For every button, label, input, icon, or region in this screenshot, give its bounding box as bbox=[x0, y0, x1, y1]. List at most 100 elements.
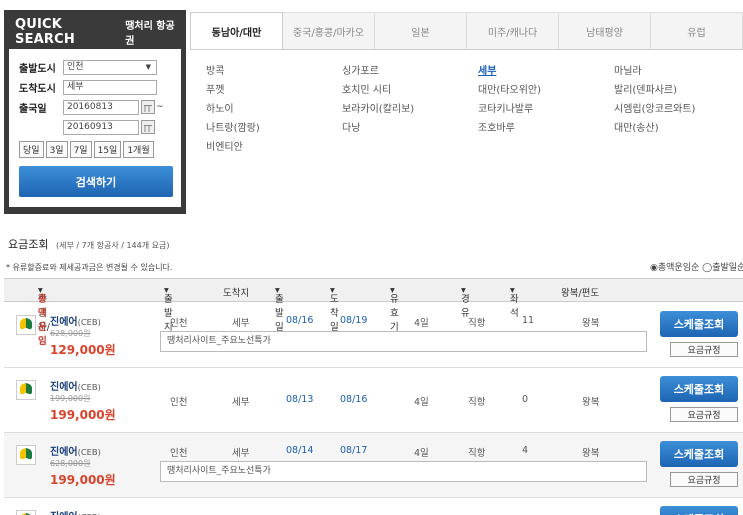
airline-logo bbox=[16, 315, 36, 335]
destination-link[interactable]: 호치민 시티 bbox=[342, 81, 478, 96]
date-to-input[interactable]: 20160913 bbox=[63, 119, 139, 135]
seat-count: 4 bbox=[522, 445, 529, 456]
destination-link[interactable]: 비엔티안 bbox=[206, 138, 342, 153]
sort-radio-total-fare[interactable]: ◉ bbox=[650, 263, 658, 273]
destination-link[interactable]: 싱가포르 bbox=[342, 62, 478, 77]
period-button-3days[interactable]: 3일 bbox=[45, 141, 68, 158]
header-departure[interactable]: 출발지 ▾ bbox=[164, 285, 173, 333]
airline-logo bbox=[16, 510, 36, 515]
destination-link[interactable]: 조호바루 bbox=[478, 119, 614, 134]
header-validity[interactable]: 유효기간 ▾ bbox=[390, 285, 399, 347]
arrive-date: 08/19 bbox=[340, 315, 368, 326]
destination-link[interactable]: 푸껫 bbox=[206, 81, 342, 96]
destination-list: 방콕 싱가포르 세부 마닐라푸껫 호치민 시티 대만(타오위안) 발리(덴파사르) 하노이 보라… bbox=[206, 62, 726, 153]
schedule-button[interactable]: 스케줄조회 bbox=[660, 376, 738, 402]
date-from-input[interactable]: 20160813 bbox=[63, 99, 139, 115]
departure-city: 인천 bbox=[170, 448, 188, 459]
destination-link[interactable]: 발리(덴파사르) bbox=[614, 81, 726, 96]
tab-europe[interactable]: 유럽 bbox=[651, 12, 743, 49]
results-title: 요금조회 (세부 / 7개 항공사 / 144개 요금) bbox=[8, 236, 169, 252]
quick-search-header: QUICK SEARCH 땡처리 항공권 bbox=[9, 15, 181, 49]
validity-period: 4일 bbox=[414, 318, 429, 329]
seat-count: 0 bbox=[522, 394, 529, 405]
destination-link[interactable]: 세부 bbox=[478, 62, 614, 77]
departure-select[interactable]: 인천 ▼ bbox=[63, 59, 157, 75]
schedule-button[interactable]: 스케줄조회 bbox=[660, 506, 738, 515]
period-buttons: 당일 3일 7일 15일 1개월 bbox=[19, 141, 171, 158]
arrival-input[interactable]: 세부 bbox=[63, 79, 157, 95]
original-price: 199,000원 bbox=[50, 394, 91, 403]
fare-memo: 땡처리사이트_주요노선특가 bbox=[160, 331, 647, 352]
departure-label: 출발도시 bbox=[19, 63, 56, 75]
depart-date: 08/14 bbox=[286, 445, 314, 456]
results-summary: (세부 / 7개 항공사 / 144개 요금) bbox=[55, 241, 170, 250]
airline-name[interactable]: 진에어(CEB) bbox=[50, 313, 101, 328]
arrival-city: 세부 bbox=[232, 397, 250, 408]
destination-link[interactable]: 마닐라 bbox=[614, 62, 726, 77]
calendar-icon[interactable] bbox=[141, 120, 155, 134]
depart-date: 08/16 bbox=[286, 315, 314, 326]
period-button-1month[interactable]: 1개월 bbox=[123, 141, 154, 158]
tab-southeast-asia[interactable]: 동남아/대만 bbox=[190, 12, 283, 49]
route-type: 직항 bbox=[468, 397, 486, 408]
tab-china[interactable]: 중국/홍콩/마카오 bbox=[283, 12, 375, 49]
sale-price: 199,000원 bbox=[50, 473, 116, 487]
quick-search-subtitle: 땡처리 항공권 bbox=[125, 21, 175, 47]
header-airline[interactable]: 항공사/총액운임 ▾ bbox=[38, 285, 50, 347]
period-button-7days[interactable]: 7일 bbox=[69, 141, 92, 158]
destination-link[interactable]: 코타키나발루 bbox=[478, 100, 614, 115]
schedule-button[interactable]: 스케줄조회 bbox=[660, 441, 738, 467]
header-trip: 왕복/편도 bbox=[561, 288, 600, 299]
trip-type: 왕복 bbox=[582, 318, 600, 329]
table-row: 진에어(CEB) 628,000원 199,000원 인천 세부 08/14 08/17 4일… bbox=[4, 433, 743, 498]
quick-search-form: 출발도시 인천 ▼ 도착도시 세부 출국일 20160813 ~ 2016091… bbox=[9, 49, 181, 207]
fare-rules-button[interactable]: 요금규정 bbox=[670, 407, 738, 422]
airline-name[interactable]: 진에어(CEB) bbox=[50, 508, 101, 515]
chevron-down-icon: ▼ bbox=[145, 62, 151, 71]
table-row: 진에어(CEB)인천세부08/1508/184일직항7왕복스케줄조회 bbox=[4, 498, 743, 515]
destination-link[interactable]: 다낭 bbox=[342, 119, 478, 134]
date-label: 출국일 bbox=[19, 103, 47, 115]
route-type: 직항 bbox=[468, 318, 486, 329]
destination-link[interactable]: 나트랑(깜랑) bbox=[206, 119, 342, 134]
period-button-15days[interactable]: 15일 bbox=[93, 141, 122, 158]
header-arrive-date[interactable]: 도착일 ▾ bbox=[330, 285, 339, 333]
departure-value: 인천 bbox=[67, 61, 84, 72]
destination-link[interactable]: 하노이 bbox=[206, 100, 342, 115]
results-table-header: 항공사/총액운임 ▾ 출발지 ▾ 도착지 출발일 ▾ 도착일 ▾ 유효기간 ▾ … bbox=[4, 278, 743, 347]
original-price: 628,000원 bbox=[50, 329, 91, 338]
search-button[interactable]: 검색하기 bbox=[19, 166, 173, 197]
sale-price: 129,000원 bbox=[50, 343, 116, 357]
results-title-text: 요금조회 bbox=[8, 238, 49, 251]
destination-link[interactable]: 시엠립(앙코르와트) bbox=[614, 100, 726, 115]
airline-name[interactable]: 진에어(CEB) bbox=[50, 378, 101, 393]
destination-link[interactable]: 대만(송산) bbox=[614, 119, 726, 134]
destination-link[interactable]: 방콕 bbox=[206, 62, 342, 77]
tab-south-pacific[interactable]: 남태평양 bbox=[559, 12, 651, 49]
calendar-icon[interactable] bbox=[141, 100, 155, 114]
depart-date: 08/13 bbox=[286, 394, 314, 405]
schedule-button[interactable]: 스케줄조회 bbox=[660, 311, 738, 337]
header-depart-date[interactable]: 출발일 ▾ bbox=[275, 285, 284, 333]
trip-type: 왕복 bbox=[582, 448, 600, 459]
fare-memo: 땡처리사이트_주요노선특가 bbox=[160, 461, 647, 482]
tab-america[interactable]: 미주/캐나다 bbox=[467, 12, 559, 49]
quick-search-panel: QUICK SEARCH 땡처리 항공권 출발도시 인천 ▼ 도착도시 세부 출… bbox=[4, 10, 186, 214]
header-arrival[interactable]: 도착지 bbox=[223, 285, 249, 299]
fare-rules-button[interactable]: 요금규정 bbox=[670, 342, 738, 357]
date-range-tilde: ~ bbox=[156, 102, 164, 112]
header-route[interactable]: 경유 ▾ bbox=[461, 285, 470, 319]
fare-notice: * 유류할증료와 제세공과금은 변경될 수 있습니다. bbox=[6, 263, 173, 272]
arrival-row: 도착도시 세부 bbox=[19, 77, 171, 97]
sort-label-departure[interactable]: 출발일순 bbox=[712, 263, 743, 273]
sort-label-total-fare[interactable]: 총액운임순 bbox=[658, 263, 699, 273]
destination-link[interactable]: 대만(타오위안) bbox=[478, 81, 614, 96]
fare-rules-button[interactable]: 요금규정 bbox=[670, 472, 738, 487]
arrival-city: 세부 bbox=[232, 448, 250, 459]
header-seats[interactable]: 좌석 ▾ bbox=[510, 285, 519, 319]
sort-radio-departure[interactable]: ◯ bbox=[702, 263, 712, 273]
period-button-today[interactable]: 당일 bbox=[19, 141, 44, 158]
tab-japan[interactable]: 일본 bbox=[375, 12, 467, 49]
airline-name[interactable]: 진에어(CEB) bbox=[50, 443, 101, 458]
destination-link[interactable]: 보라카이(칼리보) bbox=[342, 100, 478, 115]
